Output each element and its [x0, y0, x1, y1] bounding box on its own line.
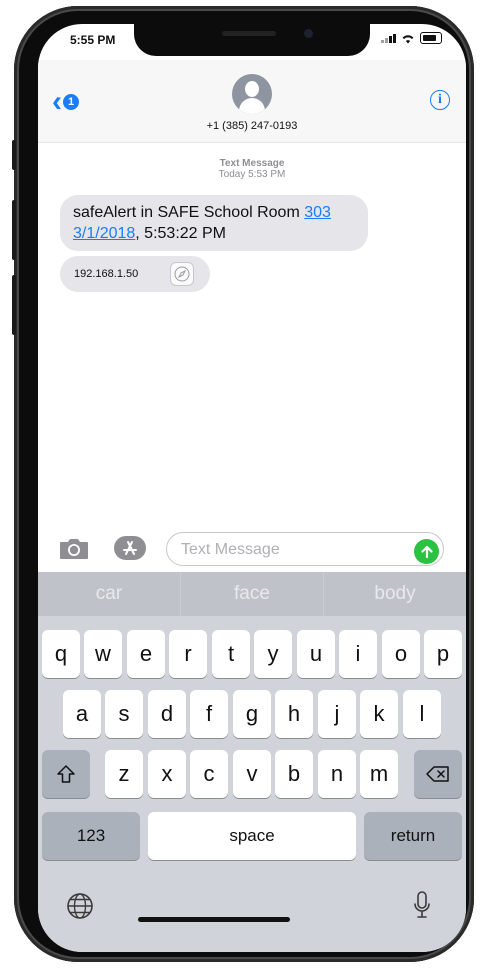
- key-p[interactable]: p: [424, 630, 462, 678]
- numbers-key[interactable]: 123: [42, 812, 140, 860]
- prediction-3[interactable]: body: [324, 572, 466, 616]
- incoming-link-bubble[interactable]: 192.168.1.50: [60, 256, 210, 292]
- key-s[interactable]: s: [105, 690, 143, 738]
- key-c[interactable]: c: [190, 750, 228, 798]
- status-time: 5:55 PM: [70, 33, 116, 47]
- battery-icon: [420, 32, 442, 44]
- side-button: [12, 140, 16, 170]
- key-z[interactable]: z: [105, 750, 143, 798]
- volume-up-button: [12, 200, 16, 260]
- message-text-time: , 5:53:22 PM: [135, 225, 226, 242]
- key-l[interactable]: l: [403, 690, 441, 738]
- back-chevron-icon: ‹: [52, 85, 62, 118]
- compass-icon: [170, 262, 194, 286]
- key-a[interactable]: a: [63, 690, 101, 738]
- globe-icon[interactable]: [66, 892, 94, 920]
- key-d[interactable]: d: [148, 690, 186, 738]
- delete-icon: [426, 766, 449, 782]
- key-g[interactable]: g: [233, 690, 271, 738]
- conversation-header: ‹ 1 +1 (385) 247-0193 i: [38, 60, 466, 143]
- key-q[interactable]: q: [42, 630, 80, 678]
- key-o[interactable]: o: [382, 630, 420, 678]
- shift-key[interactable]: [42, 750, 90, 798]
- prediction-1[interactable]: car: [38, 572, 181, 616]
- home-indicator[interactable]: [138, 917, 290, 922]
- return-key[interactable]: return: [364, 812, 462, 860]
- key-h[interactable]: h: [275, 690, 313, 738]
- message-link-date[interactable]: 3/1/2018: [73, 225, 135, 242]
- status-icons: [381, 32, 442, 44]
- key-f[interactable]: f: [190, 690, 228, 738]
- key-v[interactable]: v: [233, 750, 271, 798]
- key-y[interactable]: y: [254, 630, 292, 678]
- shift-icon: [57, 765, 75, 783]
- key-u[interactable]: u: [297, 630, 335, 678]
- message-timestamp: Text Message Today 5:53 PM: [38, 158, 466, 180]
- microphone-icon[interactable]: [412, 890, 432, 920]
- key-i[interactable]: i: [339, 630, 377, 678]
- input-bar: Text Message: [38, 526, 466, 572]
- volume-down-button: [12, 275, 16, 335]
- wifi-icon: [402, 34, 414, 43]
- signal-icon: [381, 33, 396, 43]
- key-e[interactable]: e: [127, 630, 165, 678]
- keyboard: car face body q w e r t y u i o p a s d …: [38, 572, 466, 952]
- send-button[interactable]: [414, 539, 439, 564]
- incoming-message-bubble[interactable]: safeAlert in SAFE School Room 303 3/1/20…: [60, 195, 368, 251]
- key-w[interactable]: w: [84, 630, 122, 678]
- app-store-icon[interactable]: [112, 534, 148, 562]
- back-button[interactable]: ‹ 1: [52, 85, 79, 118]
- contact-name[interactable]: +1 (385) 247-0193: [38, 120, 466, 132]
- key-r[interactable]: r: [169, 630, 207, 678]
- key-j[interactable]: j: [318, 690, 356, 738]
- screen: 5:55 PM ‹ 1 +1 (385) 247-0193 i Text Mes…: [38, 24, 466, 952]
- space-key[interactable]: space: [148, 812, 356, 860]
- prediction-2[interactable]: face: [181, 572, 324, 616]
- notch: [134, 24, 370, 56]
- key-b[interactable]: b: [275, 750, 313, 798]
- key-k[interactable]: k: [360, 690, 398, 738]
- delete-key[interactable]: [414, 750, 462, 798]
- camera-icon[interactable]: [58, 536, 90, 560]
- message-type-label: Text Message: [219, 158, 285, 169]
- contact-avatar[interactable]: [232, 74, 272, 114]
- link-text: 192.168.1.50: [74, 268, 139, 280]
- key-n[interactable]: n: [318, 750, 356, 798]
- message-text: safeAlert in SAFE School Room: [73, 204, 305, 221]
- message-time-label: Today 5:53 PM: [218, 169, 286, 180]
- message-link-room[interactable]: 303: [304, 204, 331, 221]
- key-t[interactable]: t: [212, 630, 250, 678]
- key-x[interactable]: x: [148, 750, 186, 798]
- message-input[interactable]: Text Message: [166, 532, 444, 566]
- key-m[interactable]: m: [360, 750, 398, 798]
- unread-badge: 1: [63, 94, 79, 110]
- send-arrow-icon: [420, 545, 433, 558]
- info-icon[interactable]: i: [430, 90, 450, 110]
- predictive-bar: car face body: [38, 572, 466, 616]
